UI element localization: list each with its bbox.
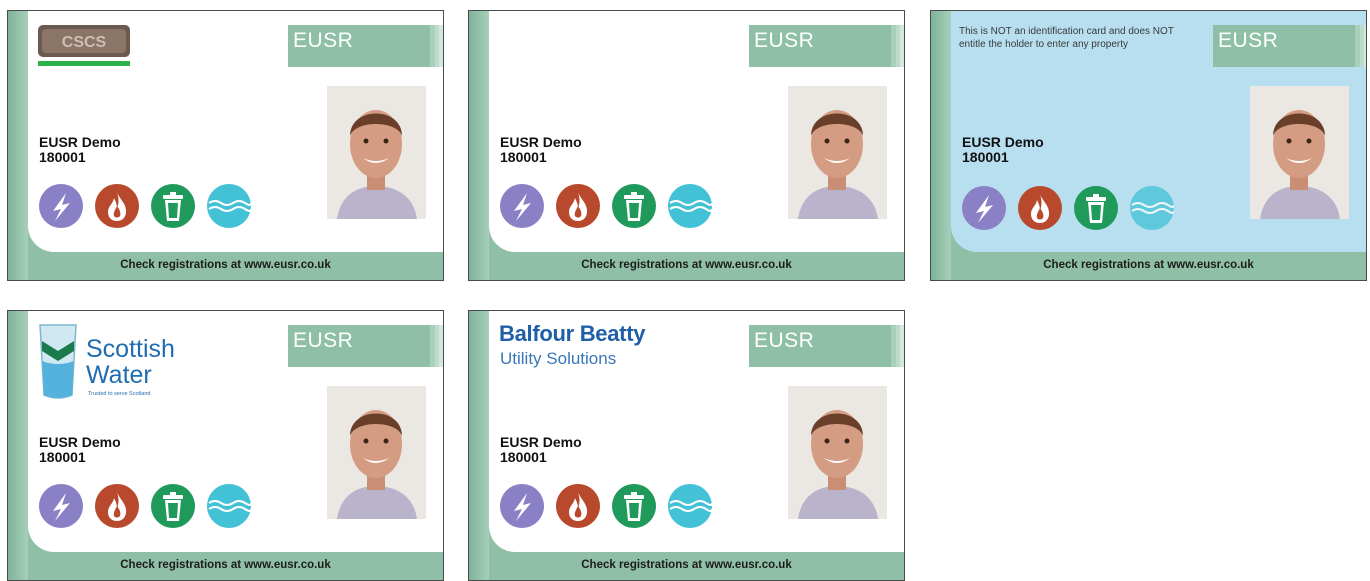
balfour-beatty-title: Balfour Beatty xyxy=(499,321,646,346)
eusr-brand-box: EUSR xyxy=(288,325,443,367)
water-wave-icon xyxy=(668,184,712,228)
eusr-brand-text: EUSR xyxy=(293,29,354,52)
electricity-icon xyxy=(962,186,1006,230)
cscs-logo: CSCS xyxy=(38,25,130,66)
card-footer: Check registrations at www.eusr.co.uk xyxy=(120,559,331,571)
gas-flame-icon xyxy=(95,484,139,528)
card-face: This is NOT an identification card and d… xyxy=(951,11,1366,252)
eusr-brand-box: EUSR xyxy=(749,25,904,67)
waste-bin-icon xyxy=(151,484,195,528)
holder-number: 180001 xyxy=(962,149,1009,165)
waste-bin-icon xyxy=(612,484,656,528)
waste-bin-icon xyxy=(151,184,195,228)
card-side-stripe xyxy=(469,311,489,580)
card-face: CSCS EUSR EUSR Demo 180001 xyxy=(28,11,443,252)
eusr-brand-text: EUSR xyxy=(1218,29,1279,52)
eusr-brand-box: EUSR xyxy=(1213,25,1366,67)
card-face: Scottish Water Trusted to serve Scotland… xyxy=(28,311,443,552)
eusr-brand-box: EUSR xyxy=(288,25,443,67)
card-face: Balfour Beatty Utility Solutions EUSR EU… xyxy=(489,311,904,552)
holder-name: EUSR Demo xyxy=(39,134,121,150)
card-face: EUSR EUSR Demo 180001 xyxy=(489,11,904,252)
qualification-icons xyxy=(39,484,251,528)
holder-photo xyxy=(327,86,426,219)
holder-number: 180001 xyxy=(39,149,86,165)
id-card-balfour-beatty: Balfour Beatty Utility Solutions EUSR EU… xyxy=(468,310,905,581)
electricity-icon xyxy=(39,484,83,528)
electricity-icon xyxy=(500,484,544,528)
id-card-plain: EUSR EUSR Demo 180001 Check registrations… xyxy=(468,10,905,281)
card-side-stripe xyxy=(8,11,28,280)
qualification-icons xyxy=(962,186,1174,230)
card-side-stripe xyxy=(8,311,28,580)
holder-photo xyxy=(788,86,887,219)
balfour-beatty-subtitle: Utility Solutions xyxy=(500,349,617,368)
water-wave-icon xyxy=(1130,186,1174,230)
sw-tagline: Trusted to serve Scotland xyxy=(88,391,150,397)
card-footer: Check registrations at www.eusr.co.uk xyxy=(120,259,331,271)
card-footer: Check registrations at www.eusr.co.uk xyxy=(581,559,792,571)
card-footer: Check registrations at www.eusr.co.uk xyxy=(581,259,792,271)
scottish-water-logo: Scottish Water Trusted to serve Scotland xyxy=(36,321,211,401)
holder-photo xyxy=(1250,86,1349,219)
qualification-icons xyxy=(500,484,712,528)
electricity-icon xyxy=(39,184,83,228)
holder-name: EUSR Demo xyxy=(962,134,1044,150)
card-footer: Check registrations at www.eusr.co.uk xyxy=(1043,259,1254,271)
qualification-icons xyxy=(39,184,251,228)
waste-bin-icon xyxy=(612,184,656,228)
eusr-brand-text: EUSR xyxy=(754,29,815,52)
holder-name-block: EUSR Demo 180001 xyxy=(500,435,582,465)
gas-flame-icon xyxy=(556,184,600,228)
id-card-notice: This is NOT an identification card and d… xyxy=(930,10,1367,281)
holder-name-block: EUSR Demo 180001 xyxy=(39,435,121,465)
holder-number: 180001 xyxy=(500,449,547,465)
gas-flame-icon xyxy=(556,484,600,528)
waste-bin-icon xyxy=(1074,186,1118,230)
holder-number: 180001 xyxy=(39,449,86,465)
eusr-brand-text: EUSR xyxy=(293,329,354,352)
sw-line2: Water xyxy=(86,361,152,389)
gas-flame-icon xyxy=(1018,186,1062,230)
eusr-brand-box: EUSR xyxy=(749,325,904,367)
card-side-stripe xyxy=(469,11,489,280)
card-side-stripe xyxy=(931,11,951,280)
holder-name-block: EUSR Demo 180001 xyxy=(39,135,121,165)
holder-photo xyxy=(327,386,426,519)
holder-name: EUSR Demo xyxy=(500,434,582,450)
id-card-scottish-water: Scottish Water Trusted to serve Scotland… xyxy=(7,310,444,581)
holder-name-block: EUSR Demo 180001 xyxy=(962,135,1044,165)
id-card-cscs: CSCS EUSR EUSR Demo 180001 Check registra… xyxy=(7,10,444,281)
sw-line1: Scottish xyxy=(86,335,175,363)
notice-text: This is NOT an identification card and d… xyxy=(959,26,1174,50)
holder-name-block: EUSR Demo 180001 xyxy=(500,135,582,165)
holder-photo xyxy=(788,386,887,519)
gas-flame-icon xyxy=(95,184,139,228)
holder-name: EUSR Demo xyxy=(39,434,121,450)
cscs-logo-text: CSCS xyxy=(62,34,107,51)
water-wave-icon xyxy=(207,184,251,228)
holder-name: EUSR Demo xyxy=(500,134,582,150)
holder-number: 180001 xyxy=(500,149,547,165)
electricity-icon xyxy=(500,184,544,228)
eusr-brand-text: EUSR xyxy=(754,329,815,352)
water-wave-icon xyxy=(207,484,251,528)
qualification-icons xyxy=(500,184,712,228)
water-wave-icon xyxy=(668,484,712,528)
